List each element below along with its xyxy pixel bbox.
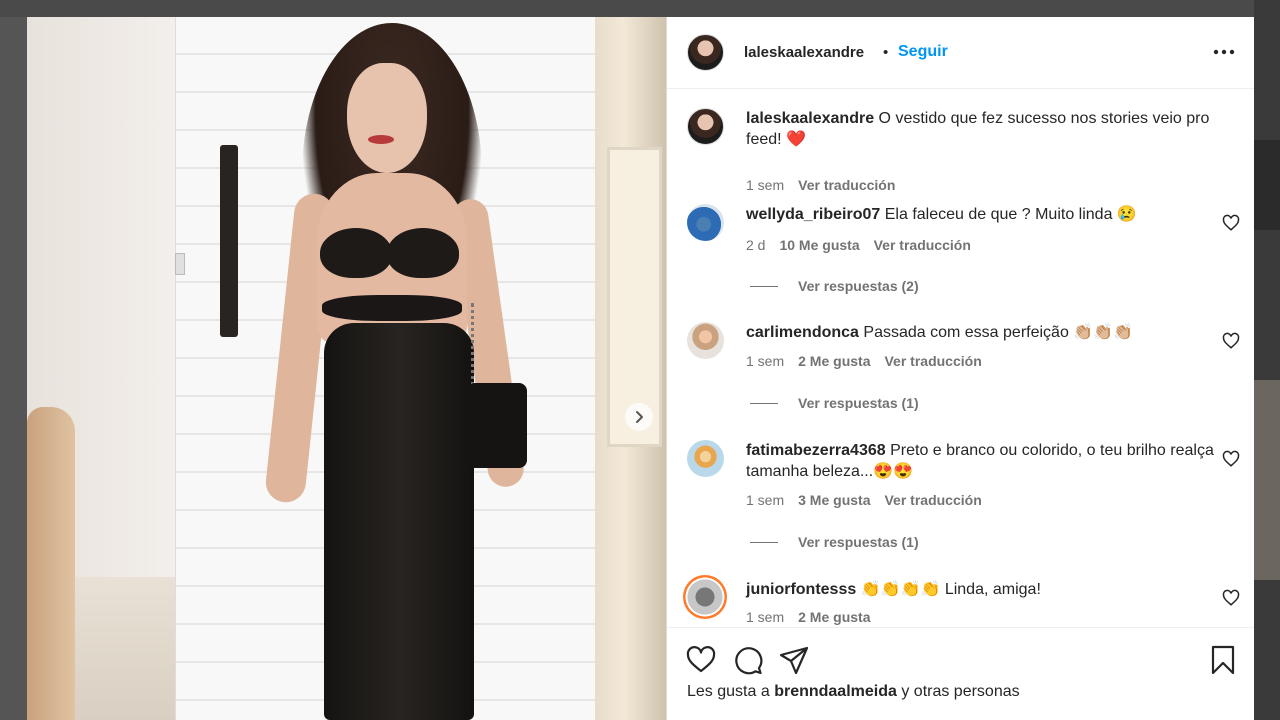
comment-time[interactable]: 1 sem <box>746 492 784 508</box>
avatar[interactable] <box>683 575 727 619</box>
comment-like-icon[interactable] <box>1222 450 1240 468</box>
backdrop-top <box>0 0 1280 17</box>
liker-username[interactable]: brenndaalmeida <box>774 683 897 700</box>
view-replies[interactable]: Ver respuestas (1) <box>750 395 919 411</box>
author-username[interactable]: laleskaalexandre <box>744 44 864 61</box>
post-header: laleskaalexandre • Seguir <box>667 17 1254 89</box>
comment-time[interactable]: 2 d <box>746 237 765 253</box>
post-modal: laleskaalexandre • Seguir laleskaalexand… <box>27 17 1254 720</box>
comment-username[interactable]: laleskaalexandre <box>746 110 874 127</box>
comment-likes[interactable]: 3 Me gusta <box>798 492 870 508</box>
comment-time[interactable]: 1 sem <box>746 353 784 369</box>
avatar[interactable] <box>687 108 724 145</box>
comment-like-icon[interactable] <box>1222 332 1240 350</box>
post-side-panel: laleskaalexandre • Seguir laleskaalexand… <box>666 17 1254 720</box>
likes-summary[interactable]: Les gusta a brenndaalmeida y otras perso… <box>687 683 1020 701</box>
comment-likes[interactable]: 10 Me gusta <box>779 237 859 253</box>
translate-link[interactable]: Ver traducción <box>874 237 971 253</box>
avatar[interactable] <box>687 204 724 241</box>
avatar[interactable] <box>687 440 724 477</box>
comment-time[interactable]: 1 sem <box>746 177 784 193</box>
chevron-right-icon <box>636 411 643 423</box>
translate-link[interactable]: Ver traducción <box>884 353 981 369</box>
bookmark-icon[interactable] <box>1207 644 1239 676</box>
translate-link[interactable]: Ver traducción <box>884 492 981 508</box>
next-image-button[interactable] <box>625 403 653 431</box>
more-options-icon <box>1213 49 1235 55</box>
comment-time[interactable]: 1 sem <box>746 609 784 625</box>
comment-like-icon[interactable] <box>1222 589 1240 607</box>
follow-button[interactable]: Seguir <box>898 43 948 61</box>
avatar[interactable] <box>687 322 724 359</box>
comment-username[interactable]: juniorfontesss <box>746 581 856 598</box>
comment-username[interactable]: wellyda_ribeiro07 <box>746 206 880 223</box>
backdrop-block <box>1254 140 1280 230</box>
comment-username[interactable]: fatimabezerra4368 <box>746 442 886 459</box>
comment-likes[interactable]: 2 Me gusta <box>798 353 870 369</box>
more-options-button[interactable] <box>1210 38 1238 66</box>
person-figure <box>262 23 532 720</box>
author-avatar[interactable] <box>687 34 724 71</box>
view-replies[interactable]: Ver respuestas (2) <box>750 278 919 294</box>
backdrop-block <box>1254 380 1280 580</box>
comment-text: Ela faleceu de que ? Muito linda 😢 <box>884 206 1137 223</box>
comment-like-icon[interactable] <box>1222 214 1240 232</box>
comment-likes[interactable]: 2 Me gusta <box>798 609 870 625</box>
action-bar <box>667 627 1254 720</box>
backdrop-right <box>1254 0 1280 720</box>
view-replies[interactable]: Ver respuestas (1) <box>750 534 919 550</box>
comment-username[interactable]: carlimendonca <box>746 324 859 341</box>
comments-list[interactable]: laleskaalexandre O vestido que fez suces… <box>667 90 1254 627</box>
send-icon[interactable] <box>778 644 810 676</box>
translate-link[interactable]: Ver traducción <box>798 177 895 193</box>
comment-text: Passada com essa perfeição 👏🏼👏🏼👏🏼 <box>863 324 1134 341</box>
post-image <box>27 17 666 720</box>
comment-text: 👏👏👏👏 Linda, amiga! <box>860 581 1041 598</box>
comment-bubble-icon[interactable] <box>732 644 764 676</box>
separator-dot: • <box>883 44 889 61</box>
heart-icon[interactable] <box>685 644 717 676</box>
